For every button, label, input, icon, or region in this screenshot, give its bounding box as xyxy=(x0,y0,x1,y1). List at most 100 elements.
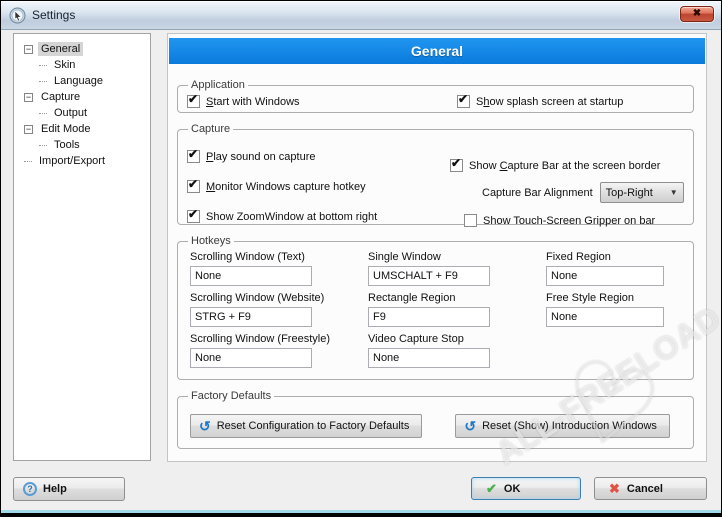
dropdown-value: Top-Right xyxy=(606,187,653,199)
checkbox-box: ✔ xyxy=(464,214,477,227)
checkbox-box: ✔ xyxy=(187,180,200,193)
reset-icon: ↺ xyxy=(464,419,476,433)
check-icon: ✔ xyxy=(188,92,198,106)
tree-connector xyxy=(39,145,47,146)
check-icon: ✔ xyxy=(451,156,461,170)
checkbox-label: Show Touch-Screen Gripper on bar xyxy=(483,215,655,227)
tree-item-label: Capture xyxy=(38,90,83,104)
tree-item-output[interactable]: Output xyxy=(14,105,150,121)
hotkey-field-scrolling-website: Scrolling Window (Website) xyxy=(190,292,368,327)
tree-item-import-export[interactable]: Import/Export xyxy=(14,153,150,169)
application-group: Application ✔ Start with Windows ✔ Show … xyxy=(177,79,694,113)
hotkeys-group-legend: Hotkeys xyxy=(188,235,234,247)
button-label: Reset (Show) Introduction Windows xyxy=(482,420,657,432)
hotkey-input-fixed-region[interactable] xyxy=(546,266,664,286)
checkbox-label: Show Capture Bar at the screen border xyxy=(469,160,660,172)
settings-window: Settings ✖ − General Skin Language − Cap… xyxy=(0,0,722,517)
tree-connector xyxy=(39,65,47,66)
tree-item-edit-mode[interactable]: − Edit Mode xyxy=(14,121,150,137)
tree-item-label: Import/Export xyxy=(36,154,108,168)
dialog-content: − General Skin Language − Capture Output… xyxy=(1,30,721,513)
reset-configuration-button[interactable]: ↺ Reset Configuration to Factory Default… xyxy=(190,414,422,438)
checkbox-play-sound[interactable]: ✔ Play sound on capture xyxy=(187,148,377,165)
checkbox-label: Play sound on capture xyxy=(206,151,315,163)
button-label: Cancel xyxy=(627,483,663,495)
page-title: General xyxy=(411,43,463,59)
hotkey-field-scrolling-freestyle: Scrolling Window (Freestyle) xyxy=(190,333,368,368)
tree-item-label: Language xyxy=(51,74,106,88)
cancel-x-icon: ✖ xyxy=(609,481,620,497)
hotkey-label: Scrolling Window (Website) xyxy=(190,292,368,304)
button-label: Reset Configuration to Factory Defaults xyxy=(217,420,410,432)
hotkey-input-free-style-region[interactable] xyxy=(546,307,664,327)
ok-check-icon: ✔ xyxy=(486,481,497,497)
hotkey-label: Fixed Region xyxy=(546,251,685,263)
hotkey-label: Rectangle Region xyxy=(368,292,546,304)
hotkey-label: Single Window xyxy=(368,251,546,263)
checkbox-show-splash-screen[interactable]: ✔ Show splash screen at startup xyxy=(457,93,623,110)
check-icon: ✔ xyxy=(188,147,198,161)
checkbox-show-capture-bar[interactable]: ✔ Show Capture Bar at the screen border xyxy=(450,157,684,174)
hotkey-label: Free Style Region xyxy=(546,292,685,304)
tree-item-general[interactable]: − General xyxy=(14,41,150,57)
window-bottom-edge xyxy=(1,510,721,513)
hotkeys-group: Hotkeys Scrolling Window (Text) Single W… xyxy=(177,235,694,380)
application-group-legend: Application xyxy=(188,79,248,91)
checkbox-label: Monitor Windows capture hotkey xyxy=(206,181,366,193)
check-icon: ✔ xyxy=(458,92,468,106)
hotkey-field-fixed-region: Fixed Region xyxy=(546,251,685,286)
window-title: Settings xyxy=(32,8,75,22)
settings-tree: − General Skin Language − Capture Output… xyxy=(13,33,151,461)
help-button[interactable]: ? Help xyxy=(13,477,125,501)
title-bar[interactable]: Settings ✖ xyxy=(1,1,721,30)
collapse-icon[interactable]: − xyxy=(24,93,33,102)
check-icon: ✔ xyxy=(188,207,198,221)
tree-item-label: General xyxy=(38,42,83,56)
tree-item-tools[interactable]: Tools xyxy=(14,137,150,153)
tree-item-skin[interactable]: Skin xyxy=(14,57,150,73)
collapse-icon[interactable]: − xyxy=(24,45,33,54)
capture-bar-alignment-select[interactable]: Top-Right ▼ xyxy=(600,182,684,203)
close-icon: ✖ xyxy=(693,9,701,19)
hotkey-field-rectangle-region: Rectangle Region xyxy=(368,292,546,327)
capture-group: Capture ✔ Play sound on capture ✔ Monito… xyxy=(177,123,694,225)
tree-item-capture[interactable]: − Capture xyxy=(14,89,150,105)
hotkey-field-video-capture-stop: Video Capture Stop xyxy=(368,333,546,368)
tree-item-language[interactable]: Language xyxy=(14,73,150,89)
checkbox-monitor-hotkey[interactable]: ✔ Monitor Windows capture hotkey xyxy=(187,178,377,195)
collapse-icon[interactable]: − xyxy=(24,125,33,134)
hotkey-label: Scrolling Window (Freestyle) xyxy=(190,333,368,345)
page-header: General xyxy=(169,38,705,64)
hotkey-label: Video Capture Stop xyxy=(368,333,546,345)
capture-bar-alignment-label: Capture Bar Alignment xyxy=(482,187,593,199)
help-icon: ? xyxy=(23,482,37,496)
tree-item-label: Edit Mode xyxy=(38,122,94,136)
hotkey-input-rectangle-region[interactable] xyxy=(368,307,490,327)
ok-button[interactable]: ✔ OK xyxy=(471,477,581,500)
checkbox-touch-screen-gripper[interactable]: ✔ Show Touch-Screen Gripper on bar xyxy=(464,212,684,229)
app-icon xyxy=(9,7,26,24)
button-label: Help xyxy=(43,483,67,495)
chevron-down-icon: ▼ xyxy=(670,188,678,197)
hotkey-input-scrolling-freestyle[interactable] xyxy=(190,348,312,368)
checkbox-box: ✔ xyxy=(187,150,200,163)
checkbox-label: Show splash screen at startup xyxy=(476,96,623,108)
checkbox-box: ✔ xyxy=(187,210,200,223)
check-icon: ✔ xyxy=(188,177,198,191)
checkbox-show-zoomwindow[interactable]: ✔ Show ZoomWindow at bottom right xyxy=(187,208,377,225)
hotkey-input-single-window[interactable] xyxy=(368,266,490,286)
hotkey-empty-cell xyxy=(546,333,685,368)
hotkey-input-scrolling-text[interactable] xyxy=(190,266,312,286)
hotkey-label: Scrolling Window (Text) xyxy=(190,251,368,263)
checkbox-box: ✔ xyxy=(457,95,470,108)
hotkey-input-scrolling-website[interactable] xyxy=(190,307,312,327)
button-label: OK xyxy=(504,483,521,495)
reset-introduction-windows-button[interactable]: ↺ Reset (Show) Introduction Windows xyxy=(455,414,670,438)
checkbox-box: ✔ xyxy=(450,159,463,172)
hotkey-field-single-window: Single Window xyxy=(368,251,546,286)
cancel-button[interactable]: ✖ Cancel xyxy=(594,477,707,500)
close-button[interactable]: ✖ xyxy=(680,6,714,22)
hotkey-input-video-capture-stop[interactable] xyxy=(368,348,490,368)
checkbox-label: Start with Windows xyxy=(206,96,300,108)
checkbox-start-with-windows[interactable]: ✔ Start with Windows xyxy=(187,93,457,110)
